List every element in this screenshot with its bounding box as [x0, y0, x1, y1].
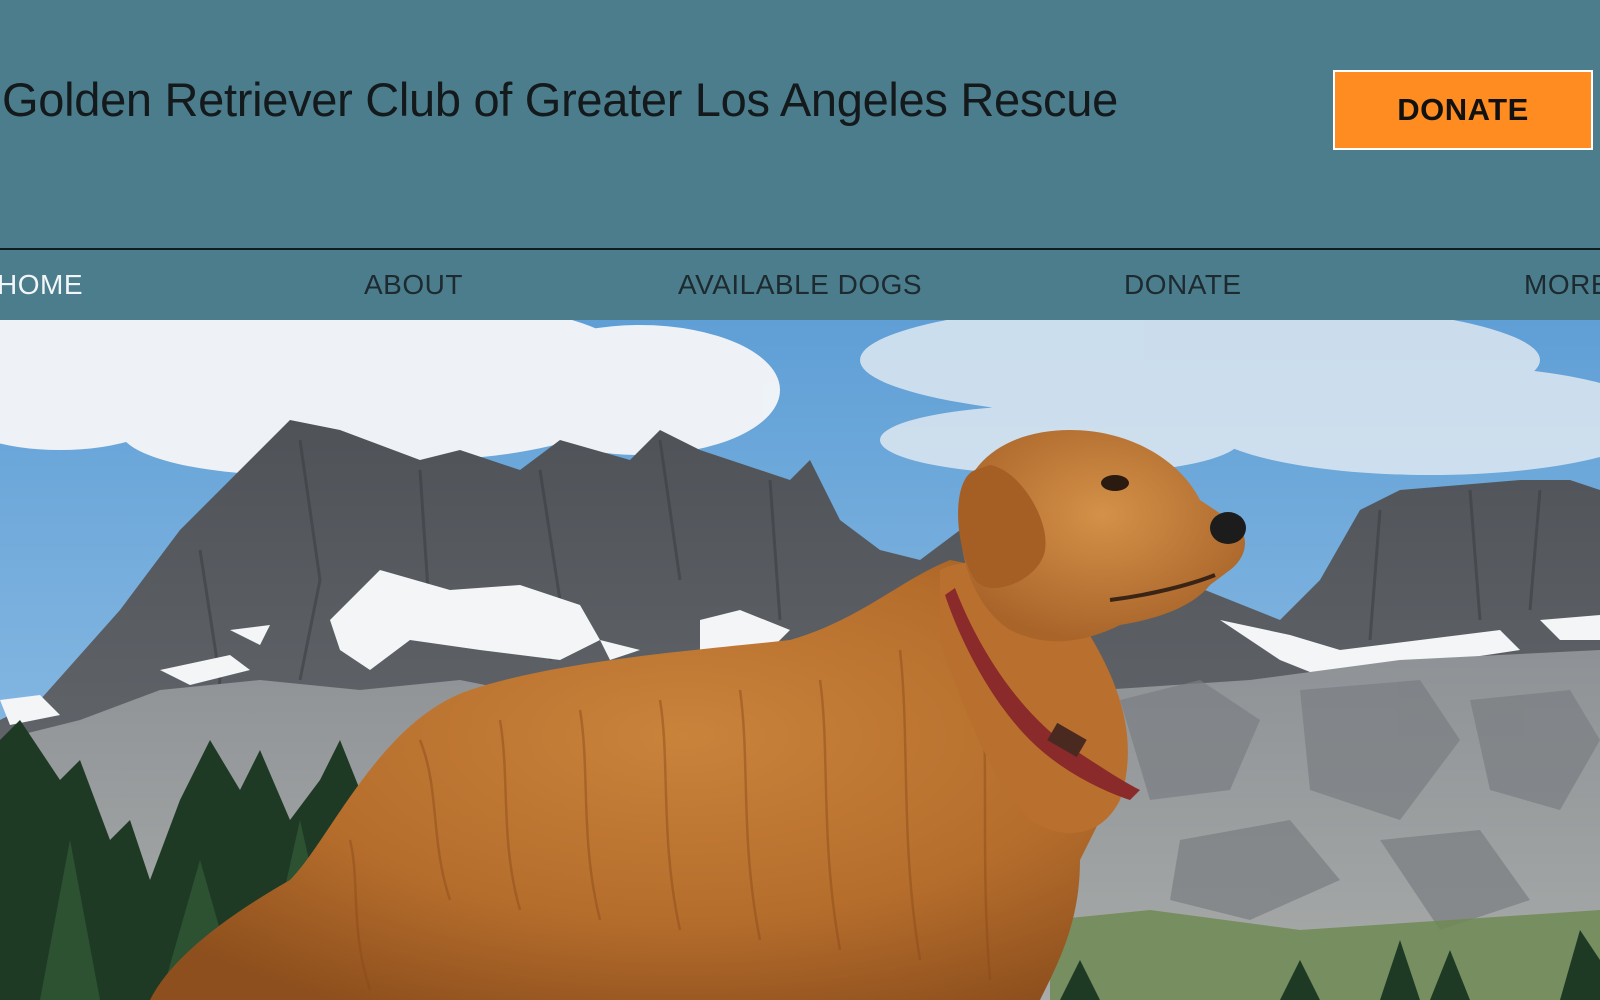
hero-photo-illustration [0, 320, 1600, 1000]
donate-button[interactable]: DONATE [1333, 70, 1593, 150]
site-header: Golden Retriever Club of Greater Los Ang… [0, 0, 1600, 248]
site-title[interactable]: Golden Retriever Club of Greater Los Ang… [2, 70, 1118, 130]
nav-item-available-dogs[interactable]: AVAILABLE DOGS [678, 268, 922, 302]
nav-item-about[interactable]: ABOUT [364, 268, 463, 302]
nav-item-donate[interactable]: DONATE [1124, 268, 1242, 302]
hero-image [0, 320, 1600, 1000]
nav-item-more[interactable]: MORE [1524, 268, 1600, 302]
nav-item-home[interactable]: HOME [0, 268, 83, 302]
main-nav: HOME ABOUT AVAILABLE DOGS DONATE MORE [0, 250, 1600, 320]
